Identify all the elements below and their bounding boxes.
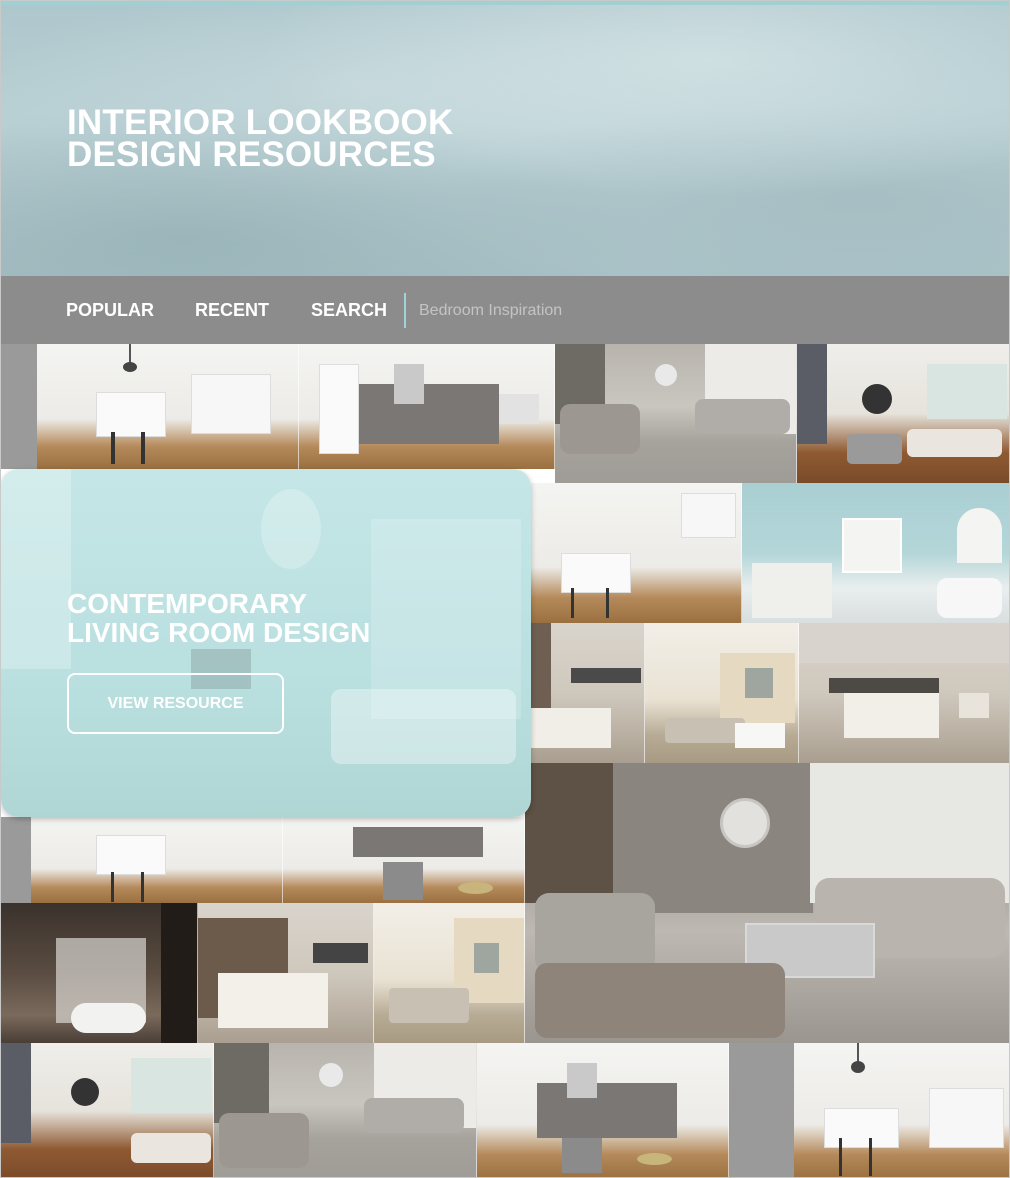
lookbook-page: INTERIOR LOOKBOOK DESIGN RESOURCES POPUL… [0,0,1010,1178]
featured-title-line-1: CONTEMPORARY [67,588,308,619]
gallery-tile-living-1[interactable] [555,344,797,483]
page-title-line-2: DESIGN RESOURCES [67,135,436,174]
nav-bar: POPULAR RECENT SEARCH [1,276,1009,344]
view-resource-button[interactable]: VIEW RESOURCE [67,673,284,734]
nav-recent[interactable]: RECENT [195,300,269,321]
featured-title-line-2: LIVING ROOM DESIGN [67,617,371,648]
featured-resource-card[interactable]: CONTEMPORARY LIVING ROOM DESIGN VIEW RES… [1,469,531,817]
gallery-tile-kitchen-6[interactable] [477,1043,729,1177]
gallery-tile-kitchen-1[interactable] [1,344,299,469]
gallery-tile-living-5[interactable] [1,1043,214,1177]
gallery-tile-kitchen-7[interactable] [729,1043,1009,1177]
gallery-tile-bedroom-1[interactable] [531,623,645,763]
gallery-tile-kitchen-4[interactable] [1,817,283,903]
page-title: INTERIOR LOOKBOOK DESIGN RESOURCES [67,105,453,174]
gallery-tile-kitchen-2[interactable] [299,344,555,469]
gallery-tile-kitchen-5[interactable] [283,817,525,903]
nav-search[interactable]: SEARCH [311,300,387,321]
gallery-tile-living-2[interactable] [797,344,1009,483]
gallery-tile-living-6[interactable] [214,1043,477,1177]
header-banner: INTERIOR LOOKBOOK DESIGN RESOURCES [1,1,1009,276]
featured-title: CONTEMPORARY LIVING ROOM DESIGN [67,589,370,647]
gallery-tile-living-large[interactable] [525,763,1009,1043]
gallery-tile-kitchen-3[interactable] [531,483,742,623]
gallery-tile-bath-1[interactable] [742,483,1009,623]
gallery-tile-living-3[interactable] [645,623,799,763]
gallery-tile-bedroom-3[interactable] [198,903,374,1043]
gallery-tile-bedroom-2[interactable] [799,623,1009,763]
gallery-tile-bath-2[interactable] [1,903,198,1043]
gallery-tile-living-4[interactable] [374,903,525,1043]
nav-popular[interactable]: POPULAR [66,300,154,321]
nav-divider [404,293,406,328]
search-input[interactable] [419,298,719,324]
